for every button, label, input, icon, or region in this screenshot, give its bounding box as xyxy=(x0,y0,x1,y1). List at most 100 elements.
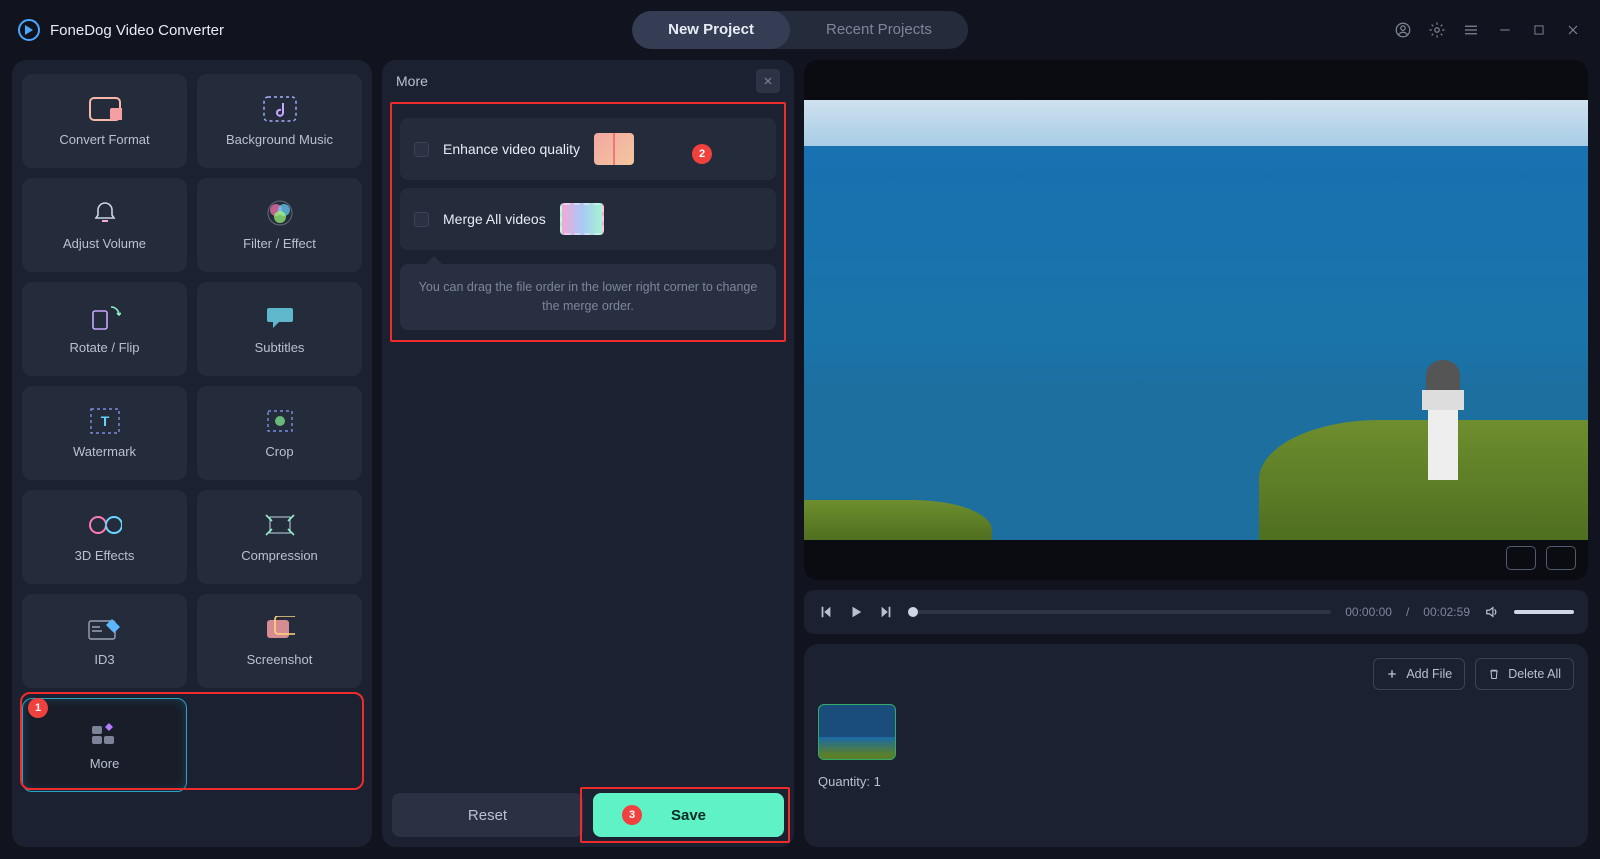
checkbox-merge[interactable] xyxy=(414,212,429,227)
window-maximize-icon[interactable] xyxy=(1530,21,1548,39)
tool-label: More xyxy=(90,756,120,771)
tool-rotate-flip[interactable]: Rotate / Flip xyxy=(22,282,187,376)
more-panel: More Enhance video quality 2 Merge All v… xyxy=(382,60,794,847)
prev-frame-icon[interactable] xyxy=(818,604,834,620)
app-title: FoneDog Video Converter xyxy=(50,22,224,39)
option-label: Enhance video quality xyxy=(443,141,580,157)
grid-apps-icon xyxy=(88,720,122,746)
tool-compression[interactable]: Compression xyxy=(197,490,362,584)
music-frame-icon xyxy=(263,96,297,122)
film-icon xyxy=(88,96,122,122)
annotation-badge-2: 2 xyxy=(692,144,712,164)
tool-3d-effects[interactable]: 3D Effects xyxy=(22,490,187,584)
tool-convert-format[interactable]: Convert Format xyxy=(22,74,187,168)
tool-id3[interactable]: ID3 xyxy=(22,594,187,688)
tab-recent-projects[interactable]: Recent Projects xyxy=(790,11,968,49)
tool-label: 3D Effects xyxy=(75,548,135,563)
glasses-3d-icon xyxy=(88,512,122,538)
text-frame-icon: T xyxy=(88,408,122,434)
tool-filter-effect[interactable]: Filter / Effect xyxy=(197,178,362,272)
checkbox-enhance[interactable] xyxy=(414,142,429,157)
annotation-badge-3: 3 xyxy=(622,805,642,825)
volume-icon[interactable] xyxy=(1484,604,1500,620)
account-icon[interactable] xyxy=(1394,21,1412,39)
tool-label: Watermark xyxy=(73,444,136,459)
quantity-label: Quantity: xyxy=(818,774,870,789)
time-total: 00:02:59 xyxy=(1423,605,1470,619)
tool-label: Subtitles xyxy=(255,340,305,355)
window-close-icon[interactable] xyxy=(1564,21,1582,39)
more-panel-header: More xyxy=(382,60,794,102)
delete-all-button[interactable]: Delete All xyxy=(1475,658,1574,690)
svg-text:T: T xyxy=(100,413,109,429)
settings-gear-icon[interactable] xyxy=(1428,21,1446,39)
merge-preview-icon xyxy=(560,203,604,235)
tool-label: Filter / Effect xyxy=(243,236,316,251)
save-button-label: Save xyxy=(671,807,706,824)
tool-label: Background Music xyxy=(226,132,333,147)
app-logo-wrap: FoneDog Video Converter xyxy=(18,19,224,41)
more-panel-footer: Reset Save 3 xyxy=(382,793,794,847)
tool-watermark[interactable]: T Watermark xyxy=(22,386,187,480)
time-sep: / xyxy=(1406,605,1409,619)
capture-icon xyxy=(263,616,297,642)
queue-item-1[interactable] xyxy=(818,704,896,760)
titlebar: FoneDog Video Converter New Project Rece… xyxy=(0,0,1600,60)
seek-bar[interactable] xyxy=(908,610,1331,614)
rotate-icon xyxy=(88,304,122,330)
time-current: 00:00:00 xyxy=(1345,605,1392,619)
compress-icon xyxy=(263,512,297,538)
player-controls: 00:00:00 / 00:02:59 xyxy=(804,590,1588,634)
chat-icon xyxy=(263,304,297,330)
add-file-label: Add File xyxy=(1406,667,1452,681)
close-icon[interactable] xyxy=(756,69,780,93)
option-label: Merge All videos xyxy=(443,211,546,227)
tool-subtitles[interactable]: Subtitles xyxy=(197,282,362,376)
tool-label: Compression xyxy=(241,548,318,563)
play-icon[interactable] xyxy=(848,604,864,620)
next-frame-icon[interactable] xyxy=(878,604,894,620)
preview-frame-image xyxy=(804,100,1588,540)
option-enhance-quality[interactable]: Enhance video quality xyxy=(400,118,776,180)
queue-actions: Add File Delete All xyxy=(818,658,1574,690)
main-body: Convert Format Background Music Adjust V… xyxy=(0,60,1600,859)
delete-all-label: Delete All xyxy=(1508,667,1561,681)
tool-screenshot[interactable]: Screenshot xyxy=(197,594,362,688)
enhance-preview-icon xyxy=(594,133,634,165)
tool-label: Crop xyxy=(265,444,293,459)
annotation-badge-1: 1 xyxy=(28,698,48,718)
tool-label: ID3 xyxy=(94,652,114,667)
app-logo-icon xyxy=(18,19,40,41)
bell-icon xyxy=(88,200,122,226)
merge-hint: You can drag the file order in the lower… xyxy=(400,264,776,330)
window-minimize-icon[interactable] xyxy=(1496,21,1514,39)
tool-background-music[interactable]: Background Music xyxy=(197,74,362,168)
tool-adjust-volume[interactable]: Adjust Volume xyxy=(22,178,187,272)
add-file-button[interactable]: Add File xyxy=(1373,658,1465,690)
preview-corner-actions xyxy=(1506,546,1576,570)
window-controls xyxy=(1394,21,1582,39)
more-panel-title: More xyxy=(396,73,428,89)
file-queue: Add File Delete All Quantity: 1 xyxy=(804,644,1588,847)
tool-label: Screenshot xyxy=(247,652,313,667)
tab-new-project[interactable]: New Project xyxy=(632,11,790,49)
tool-label: Adjust Volume xyxy=(63,236,146,251)
reset-button[interactable]: Reset xyxy=(392,793,583,837)
queue-quantity: Quantity: 1 xyxy=(818,774,1574,789)
option-merge-videos[interactable]: Merge All videos xyxy=(400,188,776,250)
more-panel-body: Enhance video quality 2 Merge All videos… xyxy=(382,102,794,793)
tool-crop[interactable]: Crop xyxy=(197,386,362,480)
menu-icon[interactable] xyxy=(1462,21,1480,39)
volume-slider[interactable] xyxy=(1514,610,1574,614)
tools-panel: Convert Format Background Music Adjust V… xyxy=(12,60,372,847)
project-tabs: New Project Recent Projects xyxy=(632,11,968,49)
crop-icon xyxy=(263,408,297,434)
fullscreen-icon[interactable] xyxy=(1546,546,1576,570)
tool-label: Convert Format xyxy=(59,132,149,147)
tool-label: Rotate / Flip xyxy=(69,340,139,355)
queue-thumbnails xyxy=(818,704,1574,760)
snapshot-icon[interactable] xyxy=(1506,546,1536,570)
card-edit-icon xyxy=(88,616,122,642)
video-preview xyxy=(804,60,1588,580)
quantity-value: 1 xyxy=(874,774,881,789)
